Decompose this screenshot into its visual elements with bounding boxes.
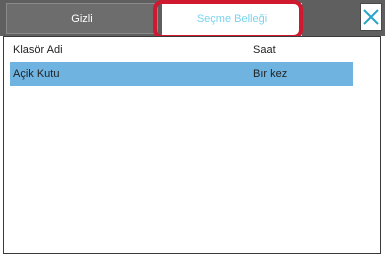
column-header-folder-name: Klasör Adi	[13, 44, 63, 56]
close-icon	[363, 9, 379, 25]
folder-list-panel: Klasör Adi Saat Açik Kutu Bır kez	[3, 36, 381, 254]
table-header: Klasör Adi Saat	[10, 38, 353, 62]
row-time: Bır kez	[253, 68, 288, 80]
column-header-time: Saat	[253, 44, 276, 56]
row-folder-name: Açik Kutu	[13, 68, 60, 80]
tab-gizli[interactable]: Gizli	[6, 3, 158, 34]
tab-secme-bellegi[interactable]: Seçme Belleği	[162, 3, 302, 40]
table-row[interactable]: Açik Kutu Bır kez	[10, 62, 353, 86]
tab-gizli-label: Gizli	[71, 12, 93, 25]
close-button[interactable]	[360, 3, 382, 31]
tab-secme-bellegi-label: Seçme Belleği	[196, 13, 268, 25]
dialog-window: Gizli Seçme Belleği Klasör Adi Saat Açik…	[0, 0, 385, 257]
